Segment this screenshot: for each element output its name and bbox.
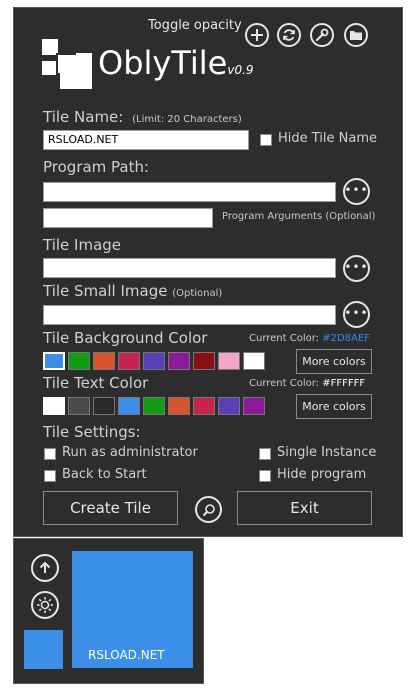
text-color-swatch-2[interactable] (68, 397, 90, 415)
hide-tile-name-label: Hide Tile Name (278, 131, 378, 146)
tile-small-image-optional: (Optional) (172, 288, 223, 299)
hide-program-checkbox[interactable] (259, 470, 271, 482)
background-more-colors-button[interactable]: More colors (296, 349, 372, 374)
logo-icon (42, 39, 92, 89)
arrow-up-button[interactable] (31, 554, 59, 582)
background-color-swatch-1[interactable] (43, 352, 65, 370)
brightness-button[interactable] (31, 591, 59, 619)
back-to-start-checkbox[interactable] (44, 470, 56, 482)
text-current-color-value: #FFFFFF (322, 378, 366, 389)
tile-preview-panel: RSLOAD.NET (13, 538, 204, 684)
run-as-admin-label: Run as administrator (62, 445, 198, 460)
text-color-swatch-5[interactable] (143, 397, 165, 415)
text-color-swatch-4[interactable] (118, 397, 140, 415)
background-current-color-value: #2D8AEF (322, 333, 370, 344)
text-color-swatch-6[interactable] (168, 397, 190, 415)
text-color-swatch-9[interactable] (243, 397, 265, 415)
large-tile-preview: RSLOAD.NET (72, 551, 193, 668)
tile-name-input[interactable]: RSLOAD.NET (43, 130, 249, 150)
background-color-swatch-3[interactable] (93, 352, 115, 370)
hide-program-label: Hide program (277, 467, 367, 482)
text-current-color: Current Color: #FFFFFF (249, 378, 366, 389)
background-color-label: Tile Background Color (43, 329, 208, 347)
background-color-swatch-4[interactable] (118, 352, 140, 370)
tile-name-label: Tile Name: (Limit: 20 Characters) (43, 108, 242, 126)
background-color-swatch-8[interactable] (218, 352, 240, 370)
text-color-label: Tile Text Color (43, 374, 149, 392)
tile-name-limit: (Limit: 20 Characters) (132, 114, 242, 125)
tile-image-label: Tile Image (43, 236, 122, 254)
wrench-icon[interactable] (310, 23, 334, 47)
main-window: Toggle opacity OblyTilev0.9 Tile Name: (… (13, 7, 403, 537)
tile-image-input[interactable] (43, 258, 336, 278)
background-color-swatch-7[interactable] (193, 352, 215, 370)
text-color-swatch-7[interactable] (193, 397, 215, 415)
browse-tile-image-button[interactable]: ••• (343, 255, 370, 282)
app-version: v0.9 (227, 63, 254, 77)
program-arguments-label: Program Arguments (Optional) (222, 211, 376, 222)
background-color-swatch-2[interactable] (68, 352, 90, 370)
search-icon (202, 503, 215, 516)
program-path-input[interactable] (43, 182, 336, 202)
text-color-swatch-3[interactable] (93, 397, 115, 415)
refresh-icon[interactable] (277, 23, 301, 47)
small-tile-preview (24, 630, 63, 669)
app-title: OblyTilev0.9 (98, 44, 254, 82)
search-button[interactable] (195, 496, 222, 523)
single-instance-label: Single Instance (277, 445, 377, 460)
tile-settings-label: Tile Settings: (43, 423, 141, 441)
background-color-swatch-9[interactable] (243, 352, 265, 370)
exit-button[interactable]: Exit (237, 491, 372, 525)
program-path-label: Program Path: (43, 158, 150, 176)
background-color-swatch-6[interactable] (168, 352, 190, 370)
sun-icon (37, 597, 53, 613)
arrow-up-icon (39, 561, 51, 573)
folder-icon[interactable] (344, 23, 368, 47)
background-current-color: Current Color: #2D8AEF (249, 333, 370, 344)
back-to-start-label: Back to Start (62, 467, 147, 482)
text-color-swatch-1[interactable] (43, 397, 65, 415)
browse-tile-small-image-button[interactable]: ••• (343, 301, 370, 328)
tile-small-image-label: Tile Small Image (Optional) (43, 282, 223, 300)
program-arguments-input[interactable] (43, 208, 213, 228)
create-tile-button[interactable]: Create Tile (43, 491, 178, 525)
run-as-admin-checkbox[interactable] (44, 448, 56, 460)
text-more-colors-button[interactable]: More colors (296, 394, 372, 419)
large-tile-text: RSLOAD.NET (88, 648, 165, 662)
background-color-swatch-5[interactable] (143, 352, 165, 370)
single-instance-checkbox[interactable] (259, 448, 271, 460)
hide-tile-name-checkbox[interactable] (260, 134, 272, 146)
toggle-opacity-label[interactable]: Toggle opacity (148, 18, 242, 33)
tile-small-image-input[interactable] (43, 305, 336, 325)
browse-program-button[interactable]: ••• (343, 178, 370, 205)
text-color-swatch-8[interactable] (218, 397, 240, 415)
